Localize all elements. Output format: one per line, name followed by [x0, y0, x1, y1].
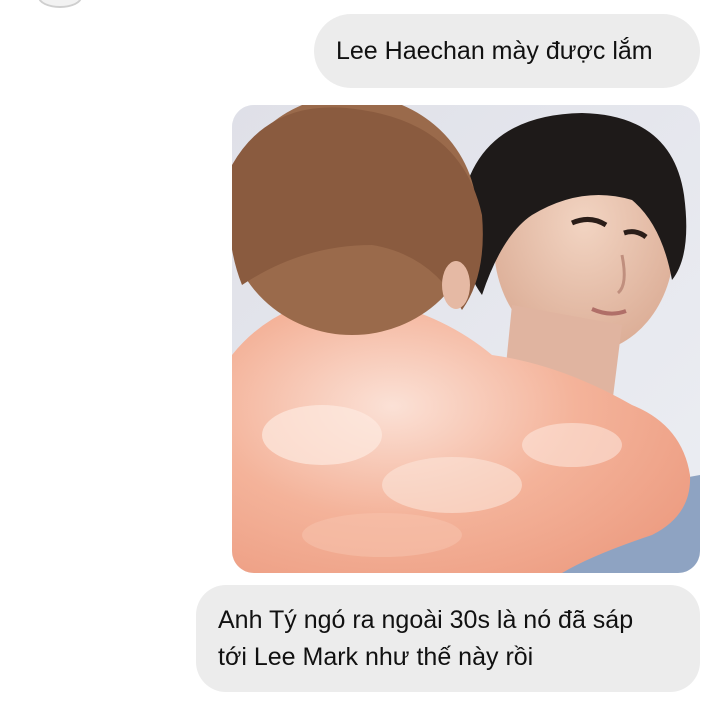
- message-bubble[interactable]: Lee Haechan mày được lắm: [314, 14, 700, 88]
- chat-thread: Lee Haechan mày được lắm Anh Tý ngó ra n…: [0, 0, 720, 703]
- message-text-line: tới Lee Mark như thế này rồi: [218, 643, 534, 671]
- message-photo[interactable]: [232, 105, 700, 573]
- avatar[interactable]: [38, 0, 82, 8]
- photo-image: [232, 105, 700, 573]
- message-text-line: Anh Tý ngó ra ngoài 30s là nó đã sáp: [218, 606, 634, 634]
- message-bubble[interactable]: Anh Tý ngó ra ngoài 30s là nó đã sáp tới…: [196, 585, 700, 692]
- message-text: Lee Haechan mày được lắm: [336, 37, 653, 65]
